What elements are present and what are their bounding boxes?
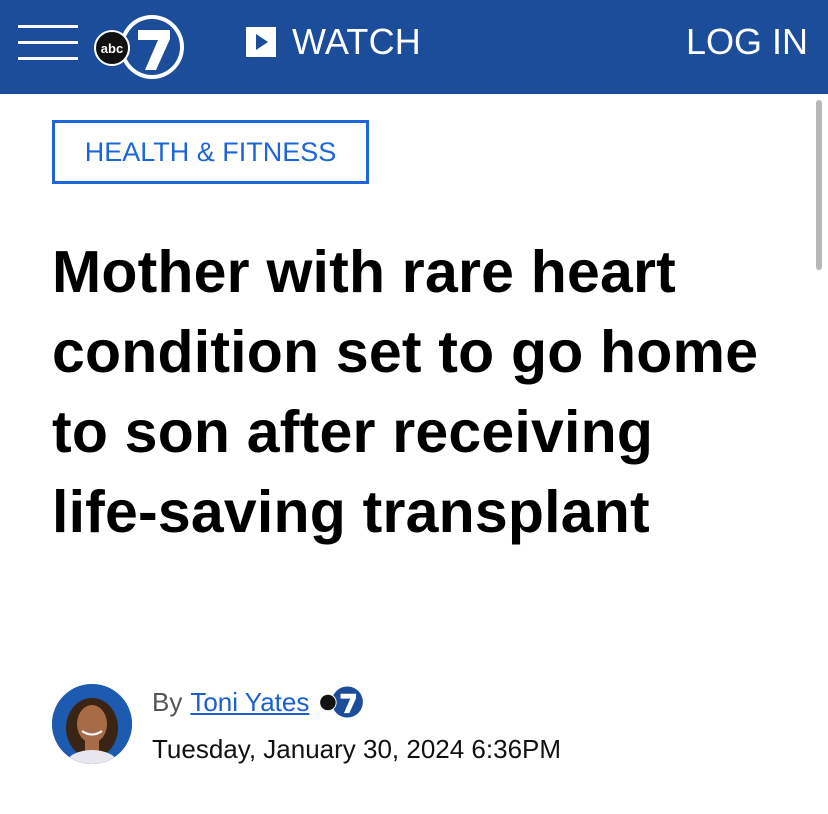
category-tag[interactable]: HEALTH & FITNESS xyxy=(52,120,369,184)
play-icon xyxy=(246,27,276,57)
top-navigation-bar: abc WATCH LOG IN xyxy=(0,0,828,94)
abc7-small-logo xyxy=(319,686,364,718)
article-headline: Mother with rare heart condition set to … xyxy=(52,239,759,545)
author-avatar[interactable] xyxy=(52,684,132,764)
watch-label: WATCH xyxy=(292,21,421,62)
scrollbar[interactable] xyxy=(816,100,822,270)
publish-date: Tuesday, January 30, 2024 6:36PM xyxy=(152,734,562,764)
menu-icon[interactable] xyxy=(18,25,78,61)
logo-text: abc xyxy=(101,41,123,56)
watch-button[interactable]: WATCH xyxy=(246,21,421,62)
byline: By Toni Yates xyxy=(152,684,365,720)
abc7-logo[interactable]: abc xyxy=(94,12,188,82)
login-button[interactable]: LOG IN xyxy=(686,22,808,62)
author-link[interactable]: Toni Yates xyxy=(190,687,309,718)
byline-prefix: By xyxy=(152,686,183,717)
